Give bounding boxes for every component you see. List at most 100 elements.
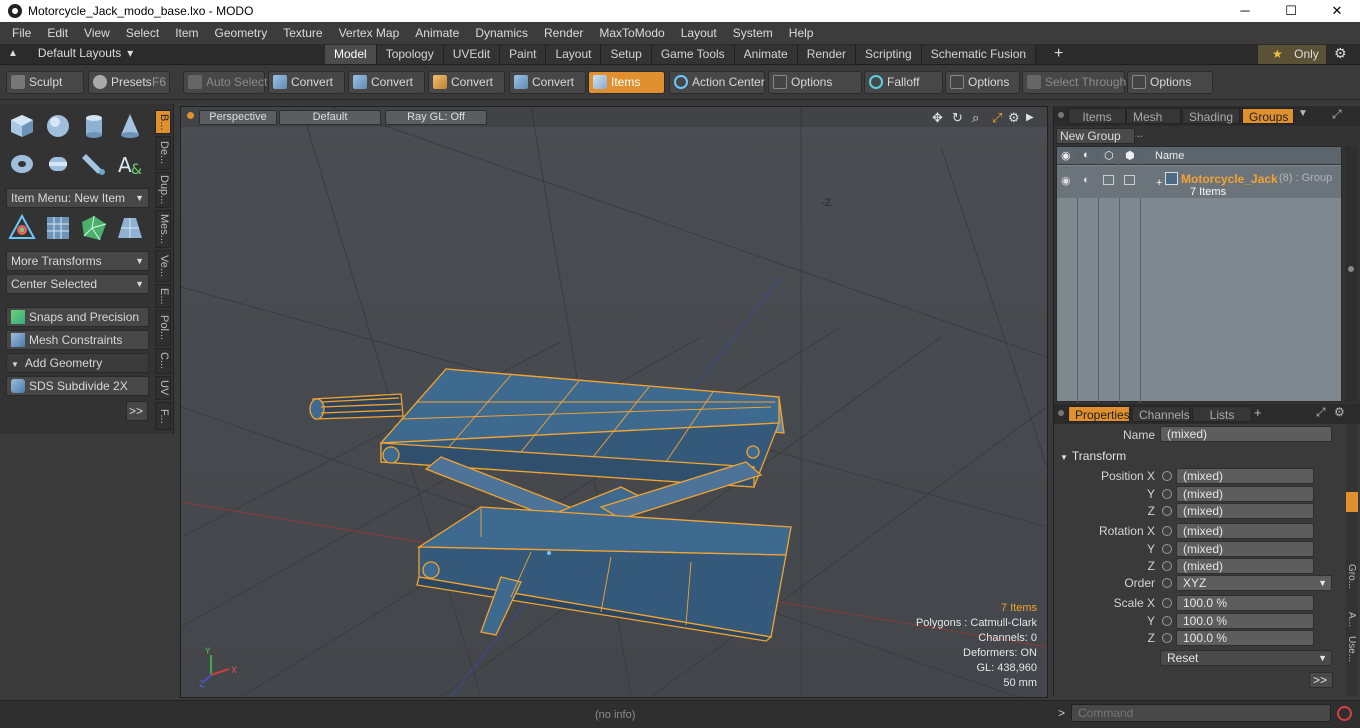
convert-vertices-button[interactable]: Convert [268,71,345,94]
vtab-duplicate[interactable]: Dup... [155,172,171,208]
tab-mesh[interactable]: Mesh ... [1126,108,1181,140]
maximize-button[interactable]: ☐ [1268,0,1314,22]
vtab-basic[interactable]: B... [155,110,171,134]
motorcycle-jack-model[interactable] [309,368,792,642]
scale-x-field[interactable]: 100.0 % [1176,595,1314,611]
scale-z-anim-dot[interactable] [1162,633,1172,643]
chevron-down-icon[interactable]: ▼ [1298,108,1308,119]
position-x-field[interactable]: (mixed) [1176,468,1314,484]
tab-setup[interactable]: Setup [601,45,652,64]
cube-icon[interactable] [6,110,38,142]
transform-gizmo-icon[interactable] [6,212,38,244]
menu-vertex-map[interactable]: Vertex Map [331,26,408,40]
more-transforms-dropdown[interactable]: More Transforms ▼ [6,251,149,271]
tab-scripting[interactable]: Scripting [856,45,922,64]
items-mode-button[interactable]: Items [588,71,665,94]
mesh-constraints-button[interactable]: Mesh Constraints [6,330,149,350]
tab-uvedit[interactable]: UVEdit [443,45,501,64]
group-row-motorcycle-jack[interactable]: ◉ ◐ + Motorcycle_Jack (8) : Group 7 Item… [1057,166,1341,198]
sds-subdivide-button[interactable]: SDS Subdivide 2X [6,376,149,396]
tab-topology[interactable]: Topology [376,45,444,64]
3d-viewport[interactable]: Y X Z Perspective Default Ray GL: Off ✥ … [180,106,1048,698]
position-y-anim-dot[interactable] [1162,489,1172,499]
position-y-field[interactable]: (mixed) [1176,486,1314,502]
tab-items[interactable]: Items [1068,108,1126,124]
transform-section[interactable]: ▼ Transform [1060,449,1126,463]
vtab-curve[interactable]: C... [155,348,171,374]
tab-model[interactable]: Model [325,45,377,64]
menu-texture[interactable]: Texture [275,26,330,40]
tab-layout[interactable]: Layout [546,45,602,64]
expand-plus-icon[interactable]: + [1156,177,1162,189]
rotation-y-anim-dot[interactable] [1162,544,1172,554]
menu-layout[interactable]: Layout [673,26,725,40]
new-group-button[interactable]: New Group [1056,128,1135,144]
select-checkbox[interactable] [1124,175,1135,185]
select-icon[interactable]: ⬢ [1125,149,1135,162]
presets-button[interactable]: Presets F6 [88,71,170,94]
select-through-options-button[interactable]: Options [1127,71,1213,94]
position-x-anim-dot[interactable] [1162,471,1172,481]
perspective-dropdown[interactable]: Perspective [199,110,277,125]
viewport-gear-icon[interactable]: ⚙ [1008,110,1020,126]
vtab-mesh[interactable]: Mes... [155,210,171,248]
more-tools-button[interactable]: >> [126,401,148,421]
panel-menu-dot[interactable] [1058,112,1064,118]
convert-materials-button[interactable]: Convert [509,71,586,94]
close-button[interactable]: ✕ [1314,0,1360,22]
position-z-anim-dot[interactable] [1162,506,1172,516]
expand-panel-icon[interactable]: ⤢ [1332,107,1342,122]
tab-lists[interactable]: Lists [1192,406,1252,422]
panel-gear-icon[interactable]: ⚙ [1334,405,1345,419]
menu-select[interactable]: Select [118,26,167,40]
vtab-deform[interactable]: De... [155,136,171,170]
sculpt-button[interactable]: Sculpt [6,71,84,94]
menu-dynamics[interactable]: Dynamics [467,26,536,40]
vtab-vertex[interactable]: Ve... [155,250,171,282]
order-dropdown[interactable]: XYZ ▼ [1176,575,1332,591]
vtab-fusion[interactable]: F... [155,402,171,430]
vtab-uv[interactable]: UV [155,376,171,400]
zoom-icon[interactable]: ⌕ [972,110,979,126]
mesh-paint-icon[interactable] [78,212,110,244]
side-tab-a[interactable]: A... [1346,612,1357,627]
side-tab-user[interactable]: Use... [1346,636,1357,662]
cone-icon[interactable] [114,110,146,142]
scale-y-field[interactable]: 100.0 % [1176,613,1314,629]
panel-menu-dot[interactable] [1058,410,1064,416]
more-properties-button[interactable]: >> [1309,672,1333,688]
torus-icon[interactable] [6,148,38,180]
raygl-toggle[interactable]: Ray GL: Off [385,110,487,125]
gear-icon[interactable]: ⚙ [1334,45,1347,62]
convert-polygons-button[interactable]: Convert [428,71,505,94]
pan-icon[interactable]: ✥ [932,110,943,126]
menu-item[interactable]: Item [167,26,206,40]
select-through-button[interactable]: Select Through [1022,71,1126,94]
tab-game-tools[interactable]: Game Tools [651,45,735,64]
tab-shading[interactable]: Shading [1182,108,1240,124]
capsule-icon[interactable] [42,148,74,180]
vtab-polygon[interactable]: Pol... [155,310,171,346]
tab-groups[interactable]: Groups [1242,108,1294,124]
rotation-x-anim-dot[interactable] [1162,526,1172,536]
vtab-edge[interactable]: E... [155,284,171,308]
rotate-icon[interactable]: ↻ [952,110,963,126]
tab-paint[interactable]: Paint [500,45,547,64]
add-geometry-section[interactable]: ▼ Add Geometry [6,353,149,373]
scale-z-field[interactable]: 100.0 % [1176,630,1314,646]
lock-icon[interactable]: ⬡ [1104,149,1114,162]
tab-channels[interactable]: Channels [1132,406,1190,422]
action-center-options-button[interactable]: Options [768,71,862,94]
menu-help[interactable]: Help [781,26,822,40]
groups-scrollbar[interactable] [1345,146,1357,402]
tab-animate[interactable]: Animate [734,45,798,64]
record-macro-icon[interactable] [1337,706,1352,721]
auto-select-button[interactable]: Auto Select [183,71,267,94]
tab-schematic-fusion[interactable]: Schematic Fusion [921,45,1037,64]
tab-render[interactable]: Render [797,45,857,64]
expand-panel-icon[interactable]: ⤢ [1316,405,1326,420]
rotation-x-field[interactable]: (mixed) [1176,523,1314,539]
menu-maxtomodo[interactable]: MaxToModo [591,26,672,40]
order-anim-dot[interactable] [1162,578,1172,588]
only-toggle[interactable]: ★ Only [1258,45,1326,64]
